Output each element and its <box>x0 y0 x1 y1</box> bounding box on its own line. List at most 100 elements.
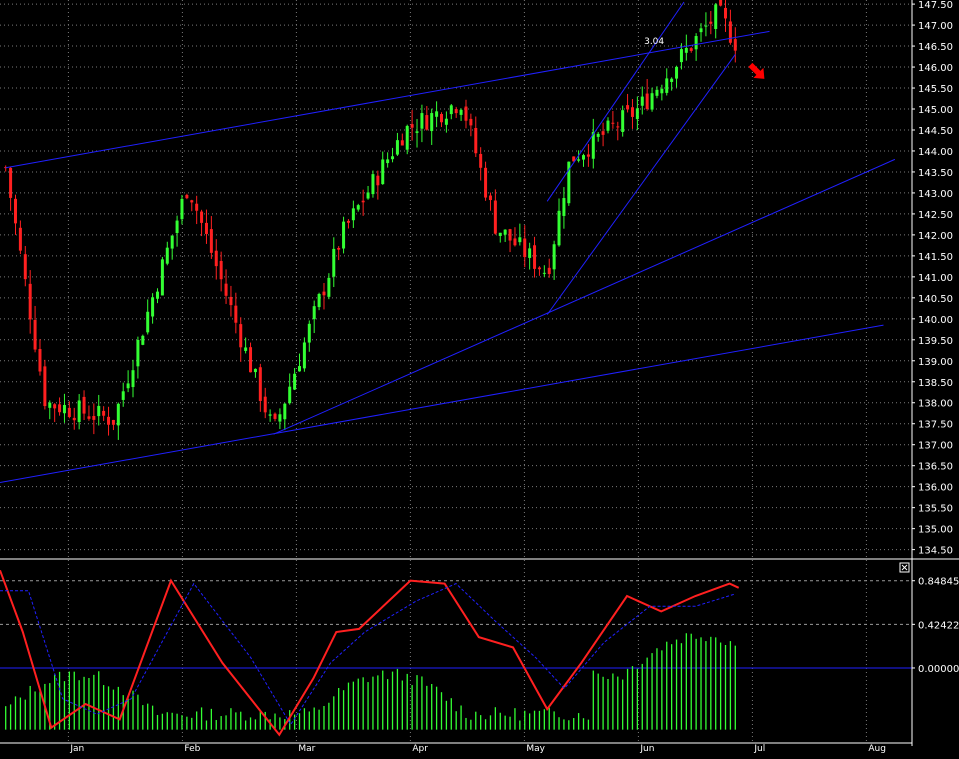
candle-body <box>733 39 737 51</box>
candle-body <box>420 113 424 129</box>
candle-body <box>332 248 336 277</box>
candle-body <box>386 159 390 164</box>
price-tick-label: 147.00 <box>918 21 953 32</box>
candle-body <box>307 323 311 343</box>
candle-body <box>469 118 473 126</box>
price-tick-label: 136.50 <box>918 462 953 473</box>
candle-body <box>322 291 326 296</box>
candle-body <box>611 122 615 124</box>
month-label: Jun <box>639 744 654 754</box>
candle-body <box>660 88 664 94</box>
stock-chart: 134.50 135.00 135.50 136.00 136.50 137.00 137.… <box>0 0 959 759</box>
candle-body <box>513 238 517 246</box>
candle-body <box>278 414 282 422</box>
candle-body <box>18 227 22 251</box>
candle-body <box>23 254 27 280</box>
candle-body <box>92 416 96 420</box>
candle-body <box>503 229 507 235</box>
price-tick-label: 141.00 <box>918 273 953 284</box>
candle-body <box>552 244 556 270</box>
candle-body <box>151 297 155 317</box>
candle-body <box>435 111 439 117</box>
price-tick-label: 136.00 <box>918 483 953 494</box>
candle-body <box>97 405 101 417</box>
candle-body <box>444 118 448 125</box>
price-tick-label: 142.50 <box>918 210 953 221</box>
candle-body <box>547 267 551 275</box>
candle-body <box>160 259 164 296</box>
candle-body <box>312 306 316 320</box>
price-tick-label: 142.00 <box>918 231 953 242</box>
month-label: Mar <box>298 744 315 754</box>
candle-body <box>562 198 566 216</box>
candle-body <box>258 367 262 401</box>
price-tick-label: 135.50 <box>918 504 953 515</box>
candle-body <box>185 194 189 199</box>
candle-body <box>131 370 135 388</box>
candle-body <box>234 305 238 323</box>
candle-body <box>204 222 208 234</box>
candle-body <box>459 109 463 115</box>
oscillator-tick-label: 0.42422 <box>918 620 959 631</box>
candle-body <box>371 174 375 195</box>
price-tick-label: 134.50 <box>918 546 953 557</box>
candle-body <box>395 140 399 155</box>
candle-body <box>155 291 159 299</box>
candle-body <box>224 283 228 296</box>
candle-body <box>9 167 13 198</box>
candle-body <box>13 198 17 224</box>
candle-body <box>430 113 434 132</box>
candle-body <box>249 347 253 373</box>
candle-body <box>288 386 292 404</box>
candle-body <box>464 106 468 121</box>
candle-body <box>694 36 698 50</box>
candle-body <box>351 208 355 221</box>
candle-body <box>146 311 150 333</box>
month-label: Apr <box>412 744 428 754</box>
candle-body <box>219 260 223 280</box>
price-tick-label: 143.00 <box>918 189 953 200</box>
candle-body <box>327 277 331 297</box>
candle-body <box>253 368 257 373</box>
candle-body <box>180 198 184 220</box>
candle-body <box>337 248 341 250</box>
candle-body <box>302 342 306 369</box>
candle-body <box>239 324 243 348</box>
candle-body <box>195 203 199 211</box>
candle-body <box>53 404 57 409</box>
price-tick-label: 139.00 <box>918 357 953 368</box>
candle-body <box>645 93 649 109</box>
price-tick-label: 143.50 <box>918 168 953 179</box>
candle-body <box>650 93 654 110</box>
candle-body <box>165 247 169 264</box>
candle-body <box>342 221 346 249</box>
candle-body <box>297 366 301 372</box>
candle-body <box>391 156 395 160</box>
candle-body <box>714 4 718 29</box>
candle-body <box>111 419 115 425</box>
price-tick-label: 144.00 <box>918 147 953 158</box>
candle-body <box>209 229 213 253</box>
candle-body <box>126 383 130 389</box>
month-label: Jan <box>69 744 84 754</box>
candle-body <box>449 105 453 115</box>
oscillator-tick-label: 0.84845 <box>918 577 959 588</box>
candle-body <box>684 47 688 53</box>
close-panel-button[interactable] <box>899 562 910 573</box>
price-tick-label: 146.00 <box>918 63 953 74</box>
price-tick-label: 138.50 <box>918 378 953 389</box>
month-label: Aug <box>868 744 886 754</box>
candle-body <box>635 108 639 120</box>
candle-body <box>425 115 429 130</box>
candle-body <box>679 49 683 63</box>
candle-body <box>655 89 659 96</box>
candle-body <box>488 195 492 201</box>
price-tick-label: 146.50 <box>918 42 953 53</box>
candle-body <box>542 272 546 274</box>
candle-body <box>72 417 76 421</box>
candle-body <box>381 159 385 185</box>
candle-body <box>719 0 723 6</box>
price-tick-label: 137.00 <box>918 441 953 452</box>
candle-body <box>376 175 380 186</box>
month-label: Jul <box>753 744 765 754</box>
